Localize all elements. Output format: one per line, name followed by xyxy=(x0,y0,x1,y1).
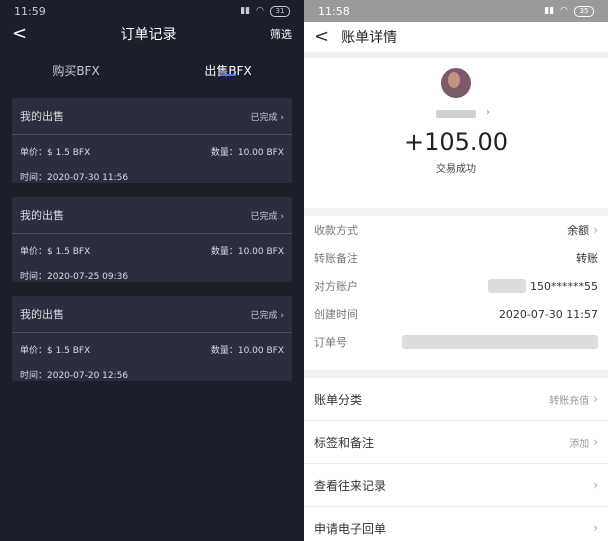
bill-summary: › +105.00 交易成功 xyxy=(304,58,608,208)
tab-buy[interactable]: 购买BFX xyxy=(0,46,152,86)
bill-amount: +105.00 xyxy=(403,128,509,156)
detail-value: 余额 › xyxy=(567,223,598,237)
detail-value: 150******55 xyxy=(488,279,598,293)
order-info: 单价：$ 1.5 BFX 数量：10.00 BFX xyxy=(12,135,292,158)
tab-sell[interactable]: 出售BFX xyxy=(152,46,304,86)
chevron-right-icon: › xyxy=(593,521,598,535)
chevron-right-icon: › xyxy=(593,435,598,449)
back-icon[interactable]: < xyxy=(314,28,329,46)
page-title: 账单详情 xyxy=(341,30,398,46)
battery-icon: 31 xyxy=(270,5,290,17)
detail-row-payment-method[interactable]: 收款方式 余额 › xyxy=(314,216,598,244)
detail-row-order-id: 订单号 xyxy=(314,328,598,356)
order-header: 我的出售 已完成 › xyxy=(12,197,292,234)
order-qty: 数量：10.00 BFX xyxy=(210,148,284,158)
bill-actions: 账单分类 转账充值 › 标签和备注 添加 › 查看往来记录 › 申请电子回单 › xyxy=(304,378,608,541)
order-price: 单价：$ 1.5 BFX xyxy=(20,346,91,356)
detail-row-account: 对方账户 150******55 xyxy=(314,272,598,300)
view-history-row[interactable]: 查看往来记录 › xyxy=(304,464,608,507)
detail-value: 转账 xyxy=(576,252,598,265)
order-records-panel: 11:59 ▮▮ ◠ 31 < 订单记录 筛选 购买BFX 出售BFX 我的出售… xyxy=(0,0,304,541)
chevron-right-icon: › xyxy=(593,392,598,406)
row-label: 申请电子回单 xyxy=(314,521,387,536)
row-value: › xyxy=(593,521,598,535)
order-header: 我的出售 已完成 › xyxy=(12,98,292,135)
blurred-text xyxy=(488,279,526,293)
order-info: 单价：$ 1.5 BFX 数量：10.00 BFX xyxy=(12,333,292,356)
order-qty: 数量：10.00 BFX xyxy=(210,346,284,356)
bill-category-row[interactable]: 账单分类 转账充值 › xyxy=(304,378,608,421)
detail-label: 收款方式 xyxy=(314,224,358,237)
tab-indicator xyxy=(220,74,236,76)
chevron-right-icon: › xyxy=(486,107,490,118)
row-label: 标签和备注 xyxy=(314,435,375,450)
order-status: 已完成 › xyxy=(250,112,285,123)
order-status: 已完成 › xyxy=(250,310,285,321)
battery-icon: 35 xyxy=(574,5,594,17)
detail-row-created-time: 创建时间 2020-07-30 11:57 xyxy=(314,300,598,328)
order-price: 单价：$ 1.5 BFX xyxy=(20,148,91,158)
detail-label: 转账备注 xyxy=(314,252,358,265)
bill-details: 收款方式 余额 › 转账备注 转账 对方账户 150******55 创建时间 2… xyxy=(304,216,608,370)
order-card[interactable]: 我的出售 已完成 › 单价：$ 1.5 BFX 数量：10.00 BFX 时间：… xyxy=(12,296,292,381)
signal-icon: ▮▮ xyxy=(544,6,555,16)
row-value: 转账充值 › xyxy=(549,392,598,407)
status-icons: ▮▮ ◠ 31 xyxy=(240,5,290,17)
wifi-icon: ◠ xyxy=(256,6,264,16)
back-icon[interactable]: < xyxy=(12,25,27,43)
order-time: 时间：2020-07-30 11:56 xyxy=(20,173,129,183)
filter-button[interactable]: 筛选 xyxy=(270,26,292,42)
chevron-right-icon: › xyxy=(593,223,598,237)
payer-name-blurred[interactable]: › xyxy=(436,107,490,118)
tab-bar: 购买BFX 出售BFX xyxy=(0,46,304,86)
bill-status: 交易成功 xyxy=(436,164,476,175)
row-value: › xyxy=(593,478,598,492)
order-title: 我的出售 xyxy=(20,308,64,321)
page-title: 订单记录 xyxy=(120,27,177,43)
status-time: 11:58 xyxy=(318,4,350,18)
chevron-right-icon: › xyxy=(280,310,284,321)
detail-label: 创建时间 xyxy=(314,308,358,321)
detail-label: 订单号 xyxy=(314,336,347,349)
signal-icon: ▮▮ xyxy=(240,6,251,16)
order-title: 我的出售 xyxy=(20,110,64,123)
avatar[interactable] xyxy=(441,68,471,98)
bill-detail-panel: 11:58 ▮▮ ◠ 35 < 账单详情 › +105.00 交易成功 收款方式… xyxy=(304,0,608,541)
detail-value: 2020-07-30 11:57 xyxy=(498,307,598,321)
order-price: 单价：$ 1.5 BFX xyxy=(20,247,91,257)
order-header: 我的出售 已完成 › xyxy=(12,296,292,333)
detail-value xyxy=(402,335,598,349)
row-label: 查看往来记录 xyxy=(314,478,387,493)
chevron-right-icon: › xyxy=(280,112,284,123)
status-bar: 11:59 ▮▮ ◠ 31 xyxy=(0,0,304,22)
status-time: 11:59 xyxy=(14,4,46,18)
chevron-right-icon: › xyxy=(280,211,284,222)
order-title: 我的出售 xyxy=(20,209,64,222)
top-nav: < 账单详情 xyxy=(304,22,608,52)
detail-label: 对方账户 xyxy=(314,280,358,293)
order-time: 时间：2020-07-25 09:36 xyxy=(20,272,129,282)
wifi-icon: ◠ xyxy=(560,6,568,16)
status-icons: ▮▮ ◠ 35 xyxy=(544,5,594,17)
blurred-text xyxy=(402,335,598,349)
request-receipt-row[interactable]: 申请电子回单 › xyxy=(304,507,608,541)
status-bar: 11:58 ▮▮ ◠ 35 xyxy=(304,0,608,22)
top-nav: < 订单记录 筛选 xyxy=(0,22,304,46)
order-status: 已完成 › xyxy=(250,211,285,222)
order-card[interactable]: 我的出售 已完成 › 单价：$ 1.5 BFX 数量：10.00 BFX 时间：… xyxy=(12,197,292,282)
detail-row-note: 转账备注 转账 xyxy=(314,244,598,272)
row-value: 添加 › xyxy=(569,435,598,450)
tags-notes-row[interactable]: 标签和备注 添加 › xyxy=(304,421,608,464)
chevron-right-icon: › xyxy=(593,478,598,492)
row-label: 账单分类 xyxy=(314,392,363,407)
order-qty: 数量：10.00 BFX xyxy=(210,247,284,257)
order-info: 单价：$ 1.5 BFX 数量：10.00 BFX xyxy=(12,234,292,257)
order-card[interactable]: 我的出售 已完成 › 单价：$ 1.5 BFX 数量：10.00 BFX 时间：… xyxy=(12,98,292,183)
order-time: 时间：2020-07-20 12:56 xyxy=(20,371,129,381)
